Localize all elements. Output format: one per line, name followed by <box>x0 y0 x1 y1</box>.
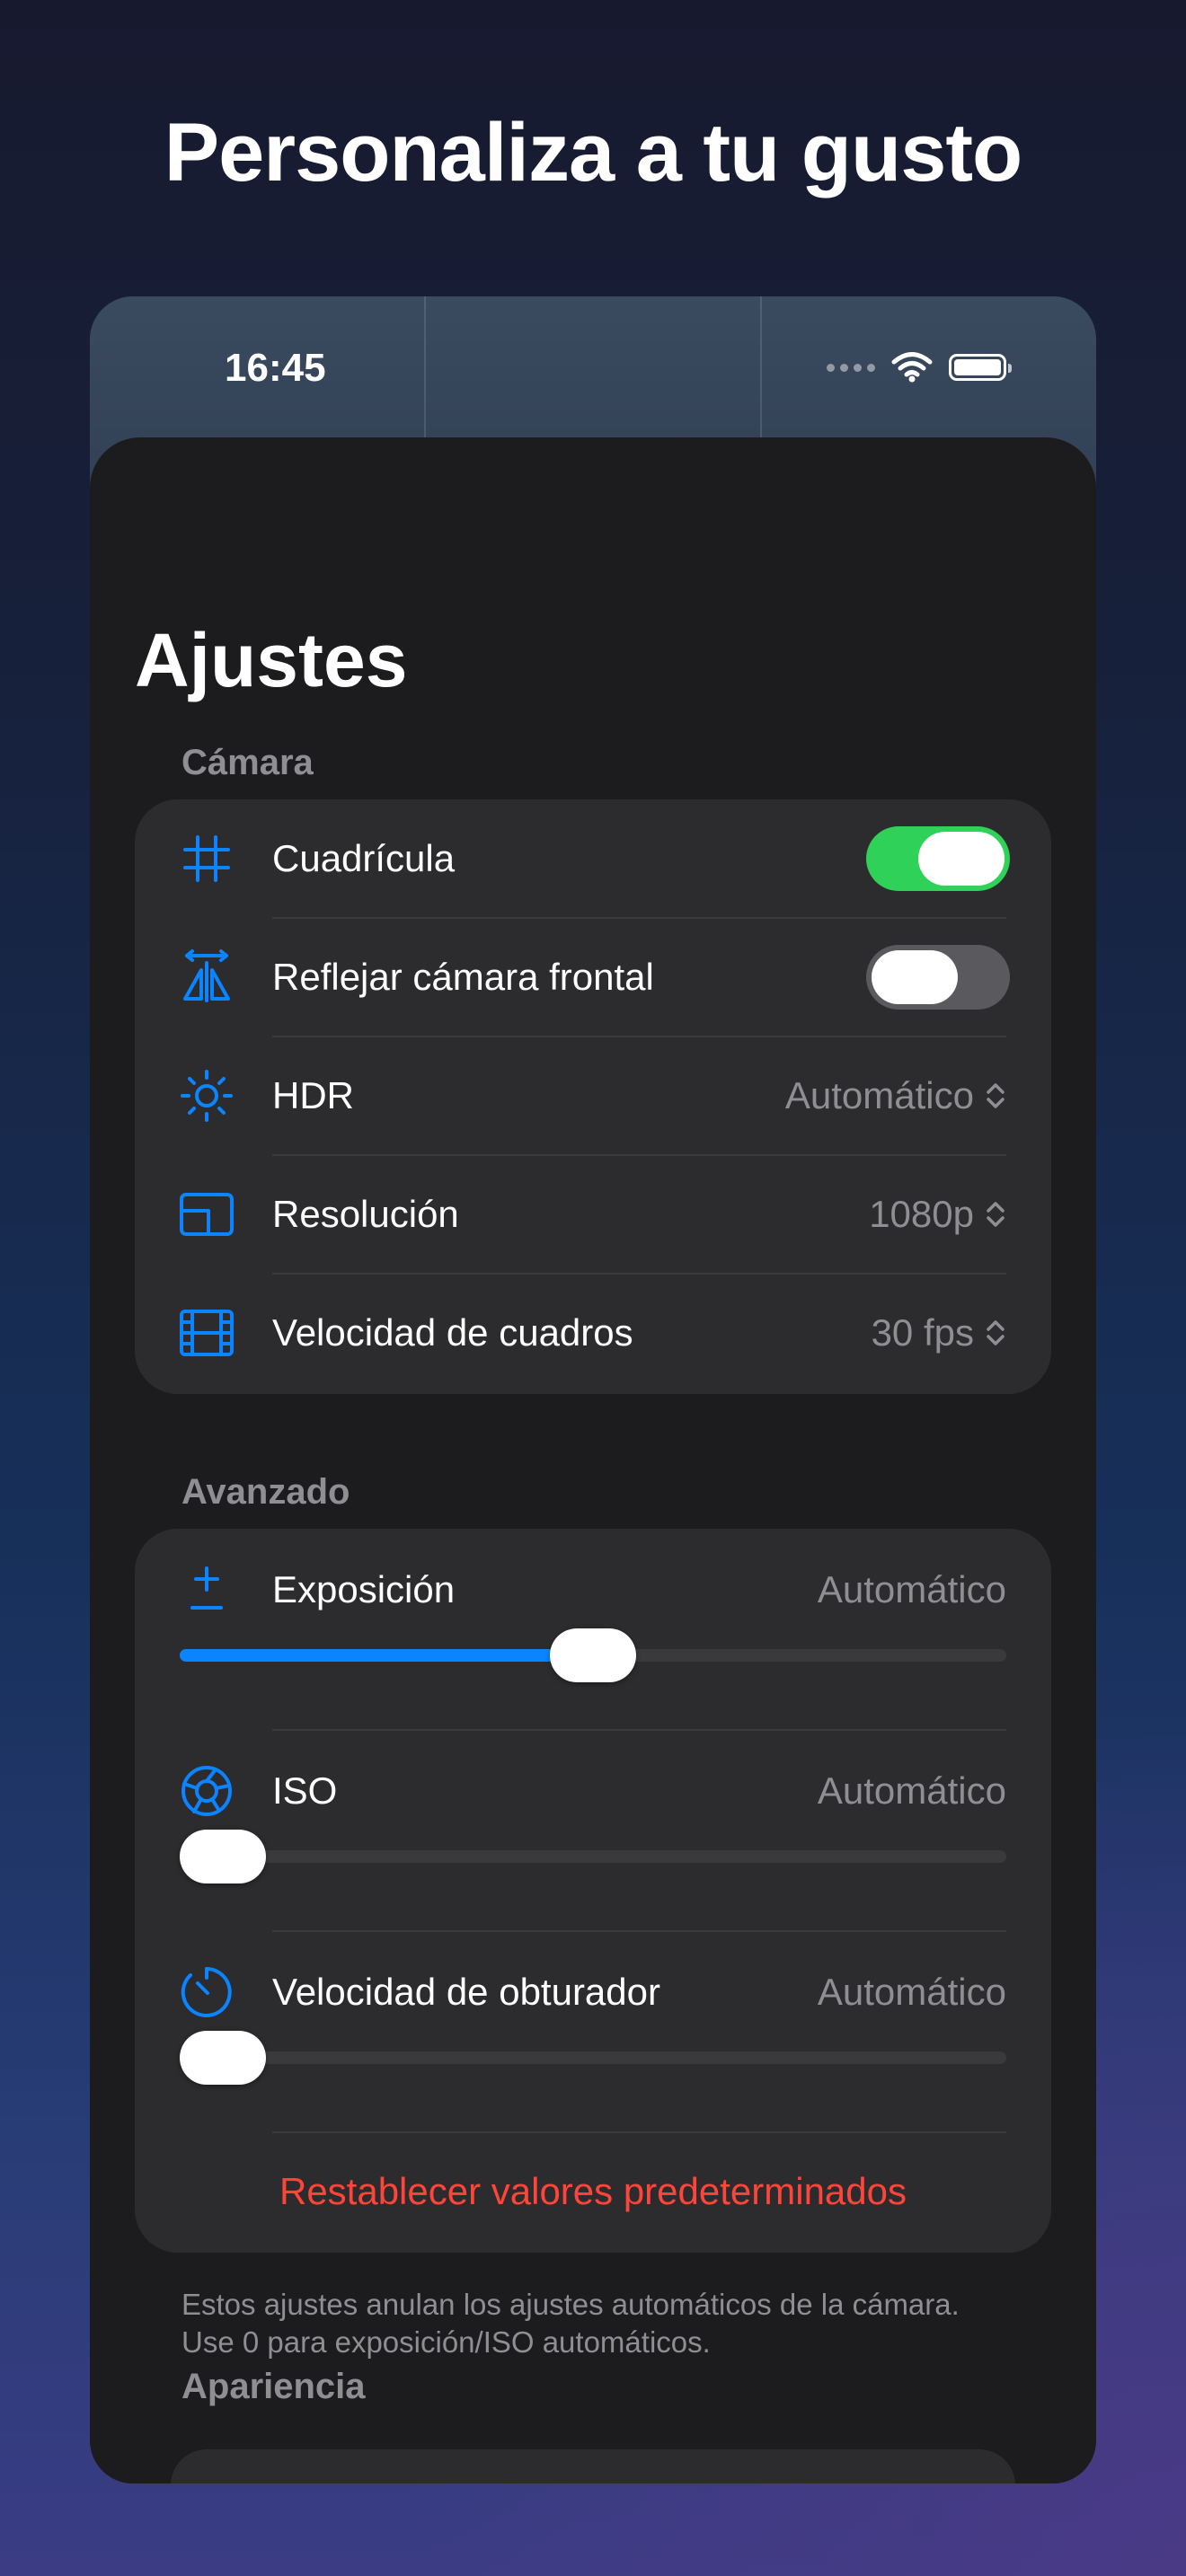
row-label: Velocidad de cuadros <box>272 1311 633 1354</box>
iso-slider[interactable] <box>180 1830 1006 1883</box>
resolution-value: 1080p <box>869 1193 974 1235</box>
hdr-picker[interactable]: Automático <box>785 1037 1006 1155</box>
row-iso: ISO Automático <box>135 1730 1051 1931</box>
row-frame-rate[interactable]: Velocidad de cuadros 30 fps <box>135 1274 1051 1392</box>
slider-thumb[interactable] <box>180 1830 266 1883</box>
row-mirror-front-camera[interactable]: Reflejar cámara frontal <box>135 918 1051 1037</box>
row-grid[interactable]: Cuadrícula <box>135 799 1051 918</box>
section-label-appearance: Apariencia <box>181 2367 366 2406</box>
marketing-headline: Personaliza a tu gusto <box>164 107 1022 198</box>
slider-thumb[interactable] <box>180 2031 266 2085</box>
row-label: Reflejar cámara frontal <box>272 956 654 998</box>
chevron-up-down-icon <box>987 1083 1005 1108</box>
slider-fill <box>180 1649 593 1662</box>
iso-value: Automático <box>817 1769 1006 1812</box>
advanced-footnote: Estos ajustes anulan los ajustes automát… <box>181 2286 1044 2361</box>
chevron-up-down-icon <box>987 1320 1005 1345</box>
resolution-picker[interactable]: 1080p <box>869 1155 1006 1274</box>
shutter-value: Automático <box>817 1971 1006 2013</box>
status-indicators <box>827 352 1012 383</box>
settings-sheet: Ajustes Cámara Cuadrícula Reflejar cámar… <box>90 437 1096 2483</box>
status-divider <box>424 296 426 440</box>
row-resolution[interactable]: Resolución 1080p <box>135 1155 1051 1274</box>
grid-toggle[interactable] <box>866 826 1010 891</box>
exposure-icon <box>190 1566 223 1610</box>
section-label-advanced: Avanzado <box>181 1472 350 1512</box>
row-label: Velocidad de obturador <box>272 1971 660 2013</box>
row-label: ISO <box>272 1769 338 1812</box>
advanced-settings-card: Exposición Automático ISO Automático Vel… <box>135 1529 1051 2253</box>
exposure-slider[interactable] <box>180 1628 1006 1682</box>
slider-thumb[interactable] <box>550 1628 636 1682</box>
status-time: 16:45 <box>225 346 326 390</box>
camera-settings-card: Cuadrícula Reflejar cámara frontal HDR A… <box>135 799 1051 1394</box>
row-label: Cuadrícula <box>272 837 456 879</box>
cellular-signal-icon <box>827 363 875 372</box>
exposure-value: Automático <box>817 1568 1006 1610</box>
frame-rate-picker[interactable]: 30 fps <box>872 1274 1006 1392</box>
phone-screen: 16:45 Ajustes Cámara Cuadrícula Reflejar… <box>90 296 1096 2483</box>
timer-icon <box>181 1967 232 2017</box>
footnote-line: Use 0 para exposición/ISO automáticos. <box>181 2325 711 2359</box>
reset-defaults-button[interactable]: Restablecer valores predeterminados <box>135 2132 1051 2251</box>
hdr-value: Automático <box>784 1074 974 1116</box>
frame-rate-value: 30 fps <box>871 1311 974 1354</box>
row-label: Resolución <box>272 1193 459 1235</box>
section-label-camera: Cámara <box>181 743 314 782</box>
row-label: HDR <box>272 1074 354 1116</box>
row-label: Exposición <box>272 1568 456 1610</box>
mirror-toggle[interactable] <box>866 945 1010 1010</box>
row-shutter-speed: Velocidad de obturador Automático <box>135 1931 1051 2132</box>
film-icon <box>180 1310 234 1356</box>
wifi-icon <box>891 352 933 383</box>
footnote-line: Estos ajustes anulan los ajustes automát… <box>181 2288 960 2321</box>
row-hdr[interactable]: HDR Automático <box>135 1037 1051 1155</box>
aperture-icon <box>181 1766 232 1816</box>
status-divider <box>760 296 762 440</box>
resolution-icon <box>180 1193 234 1236</box>
page-title: Ajustes <box>135 618 408 702</box>
battery-icon <box>949 354 1012 381</box>
grid-icon <box>183 835 230 882</box>
sun-icon <box>181 1070 233 1122</box>
mirror-icon <box>183 949 230 1002</box>
row-exposure: Exposición Automático <box>135 1529 1051 1730</box>
appearance-settings-card <box>171 2449 1015 2483</box>
shutter-slider[interactable] <box>180 2031 1006 2085</box>
chevron-up-down-icon <box>987 1202 1005 1227</box>
